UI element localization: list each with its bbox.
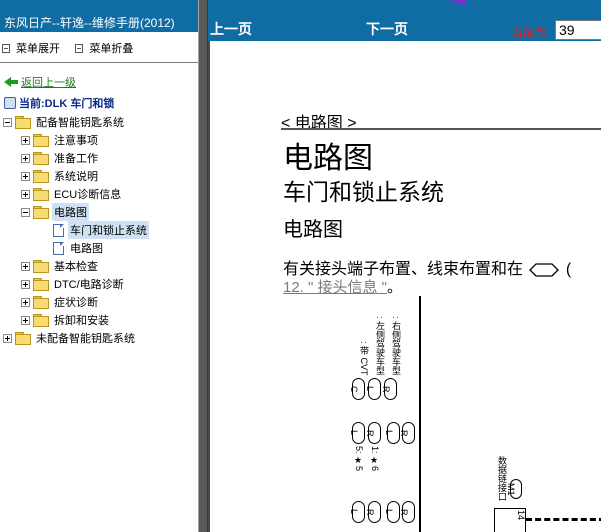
side-label-2: 1: ★6 (370, 446, 380, 472)
current-page-label: 当前为 (511, 26, 548, 40)
previous-page-button[interactable]: 上一页 (210, 19, 252, 39)
folder-icon (33, 296, 49, 309)
back-link[interactable]: 返回上一级 (21, 74, 76, 90)
tree-node-label: 症状诊断 (54, 297, 98, 309)
collapse-toggle-icon[interactable] (3, 117, 12, 127)
tree-node-removal-installation[interactable]: 拆卸和安装 (0, 311, 198, 329)
page-subtitle: 车门和锁止系统 (283, 179, 444, 205)
tree-node-label: 基本检查 (54, 261, 98, 273)
tree-node-smart-key[interactable]: 配备智能钥匙系统 (0, 113, 198, 131)
expand-menu-button[interactable]: 菜单展开 (2, 40, 60, 56)
pane-splitter[interactable] (199, 0, 208, 532)
tree-toolbar: 菜单展开 菜单折叠 (0, 32, 198, 62)
tree-node-no-smart-key[interactable]: 未配备智能钥匙系统 (0, 329, 198, 347)
tree-node-label: 系统说明 (54, 171, 98, 183)
legend-marker-r: R (381, 378, 397, 400)
collapse-toggle-icon[interactable] (21, 207, 30, 217)
wire-line (419, 296, 421, 532)
current-location-label: 当前:DLK 车门和锁 (19, 98, 115, 110)
tree-node-label: DTC/电路诊断 (54, 279, 124, 291)
tree-node-precautions[interactable]: 注意事项 (0, 131, 198, 149)
connector-hex-icon (529, 263, 560, 277)
reference-tail: 。 (387, 279, 403, 296)
expand-icon (2, 43, 10, 53)
folder-icon (15, 332, 31, 345)
tree-node-label: 拆卸和安装 (54, 315, 109, 327)
expand-menu-label: 菜单展开 (16, 43, 60, 55)
tree-node-door-lock-system[interactable]: 车门和锁止系统 (0, 221, 198, 239)
document-icon (53, 241, 64, 255)
tree-node-label: 注意事项 (54, 135, 98, 147)
folder-icon (33, 278, 49, 291)
side-label-1: 5: ★5 (354, 446, 364, 472)
connector-id-badge: M1 (506, 479, 522, 499)
expand-toggle-icon[interactable] (21, 261, 30, 271)
tree-node-preparation[interactable]: 准备工作 (0, 149, 198, 167)
folder-icon (33, 314, 49, 327)
expand-toggle-icon[interactable] (21, 279, 30, 289)
tree-node-label: ECU诊断信息 (54, 189, 122, 201)
collapse-menu-label: 菜单折叠 (89, 43, 134, 55)
signal-wire (526, 518, 601, 521)
tree-node-label: 配备智能钥匙系统 (36, 117, 124, 129)
wiring-diagram: : 带 CVT : 左侧驾驶车型 : 右侧驾驶车型 C L R L R L R … (340, 296, 601, 532)
page-number-input[interactable] (555, 20, 601, 40)
tree-node-ecu-diagnosis[interactable]: ECU诊断信息 (0, 185, 198, 203)
toolbar-divider (0, 62, 198, 68)
tree-node-label: 未配备智能钥匙系统 (36, 333, 135, 345)
tree-node-label: 车门和锁止系统 (68, 221, 149, 239)
tree-node-symptom-diagnosis[interactable]: 症状诊断 (0, 293, 198, 311)
legend-cvt-note: : 带 CVT (359, 341, 369, 376)
computer-icon (4, 97, 16, 109)
folder-icon (33, 134, 49, 147)
heading-rule (281, 128, 601, 130)
current-location: 当前:DLK 车门和锁 (4, 95, 198, 111)
expand-toggle-icon[interactable] (21, 297, 30, 307)
expand-toggle-icon[interactable] (3, 333, 12, 343)
document-icon (53, 223, 64, 237)
tree-node-basic-inspection[interactable]: 基本检查 (0, 257, 198, 275)
collapse-icon (75, 43, 84, 53)
expand-toggle-icon[interactable] (21, 135, 30, 145)
open-folder-icon (33, 206, 49, 219)
marker-r: R (399, 422, 415, 444)
tree-node-label: 电路图 (52, 203, 89, 221)
folder-icon (33, 152, 49, 165)
collapse-menu-button[interactable]: 菜单折叠 (75, 40, 133, 56)
folder-icon (33, 188, 49, 201)
tree-node-dtc-diagnosis[interactable]: DTC/电路诊断 (0, 275, 198, 293)
reference-line: 12. " 接头信息 "。 (283, 276, 402, 297)
body-text-tail: ( (565, 261, 572, 278)
folder-icon (15, 116, 31, 129)
folder-icon (33, 260, 49, 273)
manual-title: 东风日产--轩逸--维修手册(2012) (0, 0, 198, 32)
navigation-pane: 东风日产--轩逸--维修手册(2012) 菜单展开 菜单折叠 返回上一级 当前:… (0, 0, 199, 532)
next-page-button[interactable]: 下一页 (366, 19, 408, 39)
section-heading: 电路图 (283, 219, 343, 241)
pin-label-14: 14 (516, 510, 526, 521)
legend-right-drive-note: : 右侧驾驶车型 (391, 316, 401, 376)
back-row: 返回上一级 (4, 74, 198, 90)
expand-toggle-icon[interactable] (21, 153, 30, 163)
tree-node-label: 电路图 (70, 243, 103, 255)
tree-node-label: 准备工作 (54, 153, 98, 165)
marker-r: R (399, 501, 415, 523)
folder-icon (33, 170, 49, 183)
table-of-contents-tree: 配备智能钥匙系统 注意事项 准备工作 系统说明 ECU诊断信息 电路图 车门和锁… (0, 113, 198, 347)
expand-toggle-icon[interactable] (21, 171, 30, 181)
tree-node-circuit-diagram[interactable]: 电路图 (0, 239, 198, 257)
tree-node-wiring-diagram[interactable]: 电路图 (0, 203, 198, 221)
expand-toggle-icon[interactable] (21, 315, 30, 325)
page-title: 电路图 (283, 142, 373, 175)
back-arrow-icon (4, 77, 18, 87)
document-pane: 上一页 下一页 当前为 < 电路图 > 电路图 车门和锁止系统 电路图 有关接头… (208, 0, 601, 532)
bookmark-marker (450, 0, 466, 6)
document-content: < 电路图 > 电路图 车门和锁止系统 电路图 有关接头端子布置、线束布置和在 … (208, 41, 601, 532)
page-navigation-bar: 上一页 下一页 当前为 (208, 0, 601, 41)
legend-left-drive-note: : 左侧驾驶车型 (375, 316, 385, 376)
connector-info-link[interactable]: 12. " 接头信息 " (283, 279, 387, 296)
tree-node-system-description[interactable]: 系统说明 (0, 167, 198, 185)
expand-toggle-icon[interactable] (21, 189, 30, 199)
